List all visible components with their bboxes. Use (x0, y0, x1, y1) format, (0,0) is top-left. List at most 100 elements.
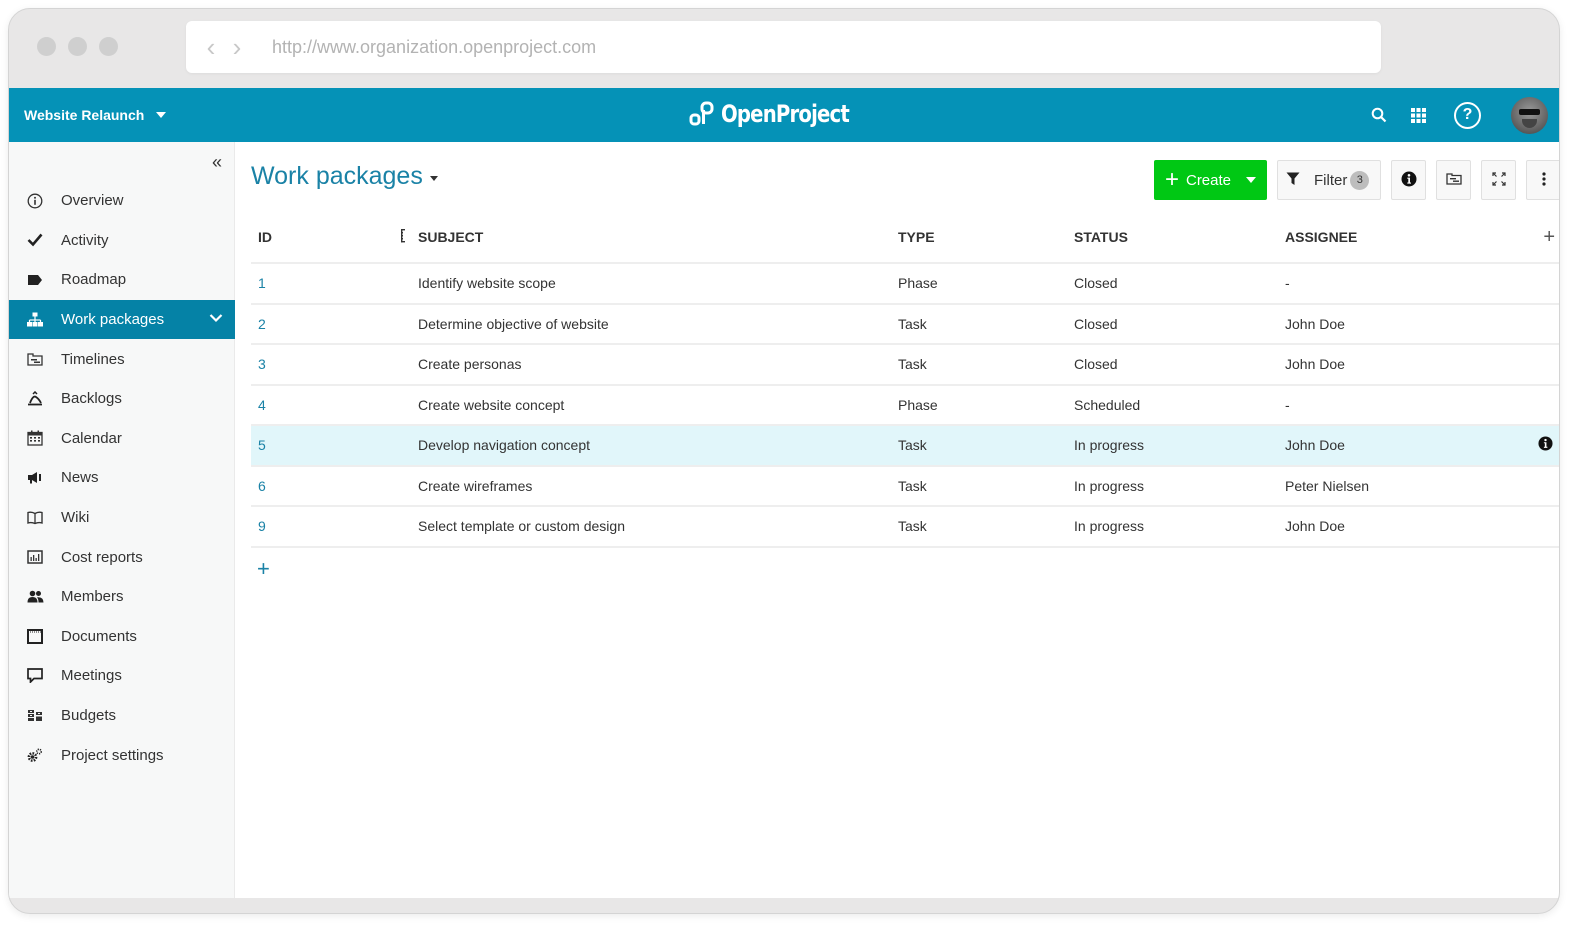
window-maximize-button[interactable] (99, 37, 118, 56)
fullscreen-button[interactable] (1481, 160, 1516, 200)
address-bar[interactable]: ‹ › http://www.organization.openproject.… (186, 21, 1381, 73)
work-package-type[interactable]: Phase (898, 397, 938, 413)
work-package-type[interactable]: Task (898, 437, 927, 453)
work-package-assignee[interactable]: - (1285, 275, 1290, 291)
work-package-status[interactable]: Closed (1074, 275, 1118, 291)
work-package-id-link[interactable]: 6 (258, 478, 266, 494)
gears-icon (25, 748, 45, 763)
table-row-highlighted[interactable]: 5 Develop navigation concept Task In pro… (251, 426, 1559, 467)
search-icon[interactable] (1371, 107, 1387, 123)
column-header-subject[interactable]: SUBJECT (418, 229, 483, 245)
sidebar-item-label: Roadmap (61, 271, 127, 289)
info-icon[interactable] (1538, 436, 1553, 454)
table-row[interactable]: 9 Select template or custom design Task … (251, 507, 1559, 548)
work-package-status[interactable]: Closed (1074, 356, 1118, 372)
work-package-assignee[interactable]: John Doe (1285, 518, 1345, 534)
sidebar-item-roadmap[interactable]: Roadmap (9, 260, 235, 300)
window-close-button[interactable] (37, 37, 56, 56)
work-package-id-link[interactable]: 5 (258, 437, 266, 453)
work-package-status[interactable]: In progress (1074, 478, 1144, 494)
table-row[interactable]: 3 Create personas Task Closed John Doe (251, 345, 1559, 386)
work-package-subject[interactable]: Create website concept (418, 397, 564, 413)
column-header-assignee[interactable]: ASSIGNEE (1285, 229, 1357, 245)
column-header-status[interactable]: STATUS (1074, 229, 1128, 245)
sidebar-item-label: Cost reports (61, 548, 143, 566)
chevron-down-icon[interactable] (209, 310, 223, 327)
caret-down-icon[interactable] (1245, 177, 1256, 183)
window-minimize-button[interactable] (68, 37, 87, 56)
sidebar-item-project-settings[interactable]: Project settings (9, 735, 235, 775)
timeline-view-button[interactable] (1436, 160, 1471, 200)
work-package-id-link[interactable]: 3 (258, 356, 266, 372)
filter-button[interactable]: Filter 3 (1277, 160, 1381, 200)
work-package-type[interactable]: Phase (898, 275, 938, 291)
work-package-subject[interactable]: Create wireframes (418, 478, 532, 494)
sidebar-item-overview[interactable]: Overview (9, 181, 235, 221)
sidebar-item-backlogs[interactable]: Backlogs (9, 379, 235, 419)
work-package-id-link[interactable]: 2 (258, 316, 266, 332)
work-package-subject[interactable]: Select template or custom design (418, 518, 625, 534)
sidebar-item-work-packages[interactable]: Work packages (9, 299, 235, 340)
url-text[interactable]: http://www.organization.openproject.com (272, 37, 596, 58)
work-package-type[interactable]: Task (898, 478, 927, 494)
table-row[interactable]: 4 Create website concept Phase Scheduled… (251, 386, 1559, 426)
work-package-type[interactable]: Task (898, 356, 927, 372)
details-view-button[interactable] (1391, 160, 1426, 200)
work-package-status[interactable]: Scheduled (1074, 397, 1140, 413)
work-package-assignee[interactable]: John Doe (1285, 437, 1345, 453)
sidebar-item-label: News (61, 469, 99, 487)
table-row[interactable]: 2 Determine objective of website Task Cl… (251, 305, 1559, 345)
help-icon[interactable]: ? (1454, 101, 1481, 129)
sidebar-item-label: Timelines (61, 350, 125, 368)
work-package-assignee[interactable]: - (1285, 397, 1290, 413)
sidebar-item-calendar[interactable]: Calendar (9, 419, 235, 459)
work-package-subject[interactable]: Determine objective of website (418, 316, 609, 332)
table-row[interactable]: 6 Create wireframes Task In progress Pet… (251, 467, 1559, 507)
work-package-assignee[interactable]: John Doe (1285, 356, 1345, 372)
work-package-subject[interactable]: Identify website scope (418, 275, 556, 291)
sidebar-item-label: Backlogs (61, 390, 122, 408)
page-title[interactable]: Work packages (251, 162, 438, 191)
project-selector[interactable]: Website Relaunch (24, 107, 167, 123)
user-avatar[interactable] (1511, 96, 1548, 134)
sidebar-item-budgets[interactable]: Budgets (9, 696, 235, 736)
create-button[interactable]: + Create (1154, 160, 1267, 200)
work-package-assignee[interactable]: John Doe (1285, 316, 1345, 332)
work-package-type[interactable]: Task (898, 316, 927, 332)
chevron-left-icon[interactable]: ‹ (198, 34, 224, 60)
work-package-subject[interactable]: Develop navigation concept (418, 437, 590, 453)
add-column-button[interactable]: + (1543, 226, 1555, 249)
book-icon (25, 511, 45, 525)
work-package-status[interactable]: In progress (1074, 437, 1144, 453)
sidebar-item-meetings[interactable]: Meetings (9, 656, 235, 696)
modules-grid-icon[interactable] (1411, 107, 1426, 123)
work-package-status[interactable]: Closed (1074, 316, 1118, 332)
drag-handle-icon[interactable] (401, 228, 405, 246)
caret-down-icon (429, 176, 438, 181)
sidebar-item-activity[interactable]: Activity (9, 221, 235, 261)
work-package-type[interactable]: Task (898, 518, 927, 534)
column-header-id[interactable]: ID (258, 229, 272, 245)
sidebar-item-news[interactable]: News (9, 458, 235, 498)
work-package-assignee[interactable]: Peter Nielsen (1285, 478, 1369, 494)
table-row[interactable]: 1 Identify website scope Phase Closed - (251, 264, 1559, 305)
add-work-package-button[interactable]: + (257, 556, 270, 582)
sidebar-item-cost-reports[interactable]: Cost reports (9, 537, 235, 577)
sidebar-item-wiki[interactable]: Wiki (9, 498, 235, 538)
more-actions-button[interactable] (1526, 160, 1559, 200)
column-header-type[interactable]: TYPE (898, 229, 935, 245)
logo-mark-icon (689, 101, 714, 126)
openproject-logo[interactable]: OpenProject (689, 100, 877, 128)
sidebar-item-members[interactable]: Members (9, 577, 235, 617)
main-content: Work packages + Create Filter 3 ID SUBJE… (251, 142, 1559, 581)
sidebar-item-label: Overview (61, 192, 124, 210)
chevron-right-icon[interactable]: › (224, 34, 250, 60)
work-package-id-link[interactable]: 1 (258, 275, 266, 291)
work-package-id-link[interactable]: 4 (258, 397, 266, 413)
collapse-sidebar-button[interactable]: « (212, 152, 222, 173)
work-package-status[interactable]: In progress (1074, 518, 1144, 534)
work-package-id-link[interactable]: 9 (258, 518, 266, 534)
work-package-subject[interactable]: Create personas (418, 356, 522, 372)
sidebar-item-documents[interactable]: Documents (9, 617, 235, 657)
sidebar-item-timelines[interactable]: Timelines (9, 339, 235, 379)
